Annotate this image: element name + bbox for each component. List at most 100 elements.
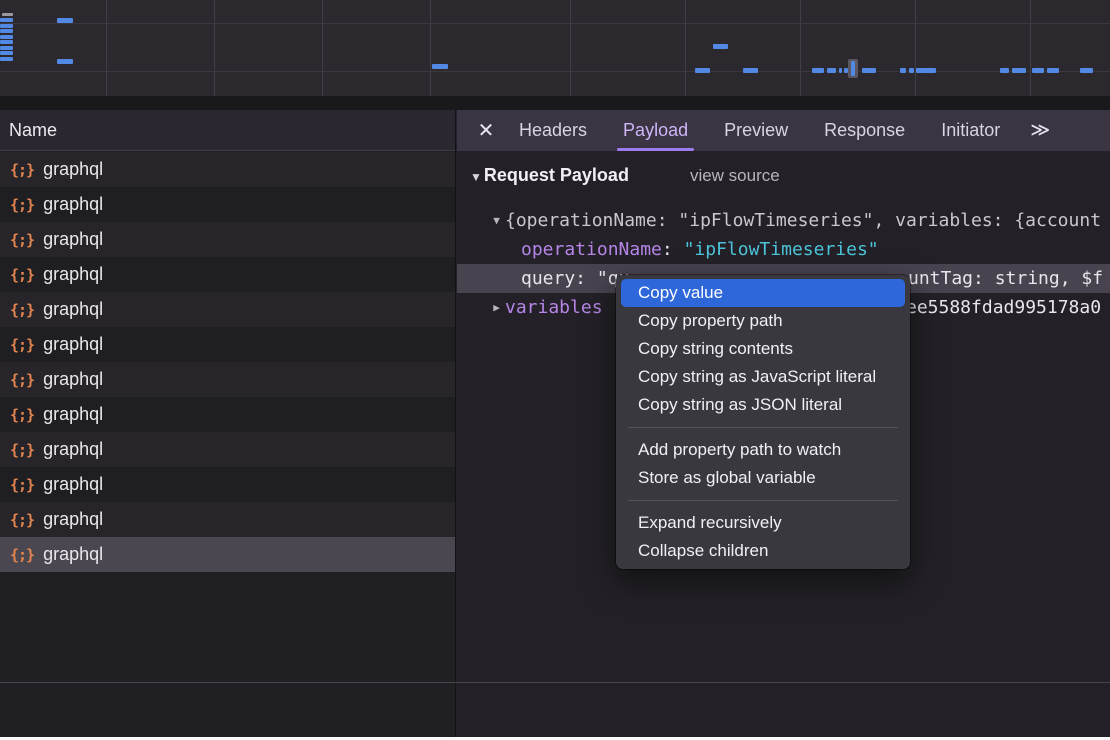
- waterfall-request-bar[interactable]: [57, 18, 73, 23]
- waterfall-request-bar[interactable]: [0, 29, 13, 33]
- waterfall-request-bar[interactable]: [57, 59, 73, 64]
- timeline-gridline: [322, 0, 323, 96]
- request-row-graphql[interactable]: {;}graphql: [0, 502, 455, 537]
- tab-response[interactable]: Response: [808, 110, 921, 151]
- request-row-graphql[interactable]: {;} graphql: [0, 152, 455, 187]
- json-braces-icon: {;}: [10, 161, 34, 179]
- close-icon[interactable]: ✕: [473, 118, 499, 144]
- request-name-label: graphql: [43, 474, 103, 495]
- collapse-triangle-icon[interactable]: ▼: [470, 170, 482, 184]
- timeline-bottom-strip: [0, 96, 1110, 110]
- tab-payload[interactable]: Payload: [607, 110, 704, 151]
- waterfall-request-bar[interactable]: [1000, 68, 1009, 73]
- waterfall-request-bar[interactable]: [1012, 68, 1026, 73]
- timeline-gridline: [430, 0, 431, 96]
- request-row-graphql[interactable]: {;} graphql: [0, 467, 455, 502]
- network-overview-timeline[interactable]: [0, 0, 1110, 96]
- waterfall-request-bar[interactable]: [909, 68, 914, 73]
- timeline-gridline: [214, 0, 215, 96]
- query-left-fragment: query: "qu: [521, 268, 629, 289]
- overflow-chevron-icon[interactable]: ≫: [1030, 119, 1048, 142]
- expand-triangle-icon[interactable]: ▼: [488, 214, 505, 227]
- waterfall-request-bar[interactable]: [0, 35, 13, 39]
- waterfall-request-bar[interactable]: [1080, 68, 1093, 73]
- request-row-graphql[interactable]: {;}graphql: [0, 187, 455, 222]
- request-row-graphql[interactable]: {;}graphql: [0, 432, 455, 467]
- waterfall-request-bar[interactable]: [713, 44, 728, 49]
- menu-item-copy-string-as-json-literal[interactable]: Copy string as JSON literal: [621, 391, 905, 419]
- context-menu: Copy valueCopy property pathCopy string …: [616, 275, 910, 569]
- tab-initiator[interactable]: Initiator: [925, 110, 1016, 151]
- timeline-gridline: [1030, 0, 1031, 96]
- query-right-fragment: untTag: string, $f: [908, 264, 1103, 293]
- json-braces-icon: {;}: [10, 406, 34, 424]
- waterfall-request-bar[interactable]: [1032, 68, 1044, 73]
- menu-item-store-as-global-variable[interactable]: Store as global variable: [621, 464, 905, 492]
- view-source-link[interactable]: view source: [690, 166, 780, 186]
- json-braces-icon: {;}: [10, 511, 34, 529]
- request-row-graphql[interactable]: {;} graphql: [0, 327, 455, 362]
- json-braces-icon: {;}: [10, 371, 34, 389]
- devtools-network-panel: Name {;} graphql {;} graphql {;} graphql {;} gr…: [0, 0, 1110, 740]
- timeline-gridline: [570, 0, 571, 96]
- json-braces-icon: {;}: [10, 231, 34, 249]
- waterfall-request-bar[interactable]: [695, 68, 710, 73]
- variables-right-fragment: ee5588fdad995178a0: [906, 293, 1101, 322]
- waterfall-request-bar[interactable]: [0, 51, 13, 55]
- menu-item-collapse-children[interactable]: Collapse children: [621, 537, 905, 565]
- json-braces-icon: {;}: [10, 546, 34, 564]
- detail-tab-bar: ✕ HeadersPayloadPreviewResponseInitiator…: [457, 110, 1110, 151]
- timeline-gridline: [915, 0, 916, 96]
- tab-headers[interactable]: Headers: [503, 110, 603, 151]
- request-name-label: graphql: [43, 544, 103, 565]
- waterfall-request-bar[interactable]: [432, 64, 448, 69]
- payload-root-row[interactable]: ▼ {operationName: "ipFlowTimeseries", va…: [457, 206, 1110, 235]
- request-row-graphql[interactable]: {;} graphql: [0, 537, 455, 572]
- waterfall-request-bar[interactable]: [827, 68, 836, 73]
- request-payload-title: Request Payload: [484, 165, 629, 186]
- operation-name-row[interactable]: operationName: "ipFlowTimeseries": [457, 235, 1110, 264]
- waterfall-request-bar[interactable]: [0, 57, 13, 61]
- timeline-gray-tick: [2, 13, 13, 16]
- json-braces-icon: {;}: [10, 301, 34, 319]
- menu-item-copy-string-contents[interactable]: Copy string contents: [621, 335, 905, 363]
- request-name-label: graphql: [43, 299, 103, 320]
- request-row-graphql[interactable]: {;} graphql: [0, 362, 455, 397]
- json-braces-icon: {;}: [10, 476, 34, 494]
- waterfall-request-bar[interactable]: [0, 46, 13, 50]
- request-name-label: graphql: [43, 159, 103, 180]
- waterfall-request-bar[interactable]: [862, 68, 876, 73]
- name-column-header[interactable]: Name: [0, 110, 455, 151]
- menu-item-add-property-path-to-watch[interactable]: Add property path to watch: [621, 436, 905, 464]
- waterfall-request-bar[interactable]: [0, 18, 13, 22]
- waterfall-request-bar[interactable]: [0, 40, 13, 44]
- menu-separator: [628, 500, 898, 501]
- menu-item-copy-property-path[interactable]: Copy property path: [621, 307, 905, 335]
- waterfall-request-bar[interactable]: [900, 68, 906, 73]
- payload-root-preview: {operationName: "ipFlowTimeseries", vari…: [505, 210, 1101, 231]
- request-row-graphql[interactable]: {;}graphql: [0, 222, 455, 257]
- json-braces-icon: {;}: [10, 336, 34, 354]
- waterfall-request-bar[interactable]: [743, 68, 758, 73]
- waterfall-request-bar[interactable]: [812, 68, 824, 73]
- menu-item-expand-recursively[interactable]: Expand recursively: [621, 509, 905, 537]
- json-braces-icon: {;}: [10, 441, 34, 459]
- timeline-gridline: [106, 0, 107, 96]
- waterfall-request-bar[interactable]: [0, 24, 13, 28]
- waterfall-request-bar[interactable]: [916, 68, 936, 73]
- menu-item-copy-value[interactable]: Copy value: [621, 279, 905, 307]
- request-row-graphql[interactable]: {;}graphql: [0, 257, 455, 292]
- expand-triangle-icon[interactable]: ▶: [488, 301, 505, 314]
- request-row-graphql[interactable]: {;} graphql: [0, 292, 455, 327]
- waterfall-request-bar[interactable]: [839, 68, 842, 73]
- request-row-graphql[interactable]: {;} graphql: [0, 397, 455, 432]
- menu-item-copy-string-as-javascript-literal[interactable]: Copy string as JavaScript literal: [621, 363, 905, 391]
- request-name-label: graphql: [43, 404, 103, 425]
- request-name-label: graphql: [43, 369, 103, 390]
- request-payload-header[interactable]: ▼ Request Payload view source: [470, 165, 780, 186]
- request-name-label: graphql: [43, 334, 103, 355]
- tab-preview[interactable]: Preview: [708, 110, 804, 151]
- footer-divider: [0, 682, 1110, 683]
- operation-name-key: operationName: [521, 239, 662, 260]
- waterfall-request-bar[interactable]: [1047, 68, 1059, 73]
